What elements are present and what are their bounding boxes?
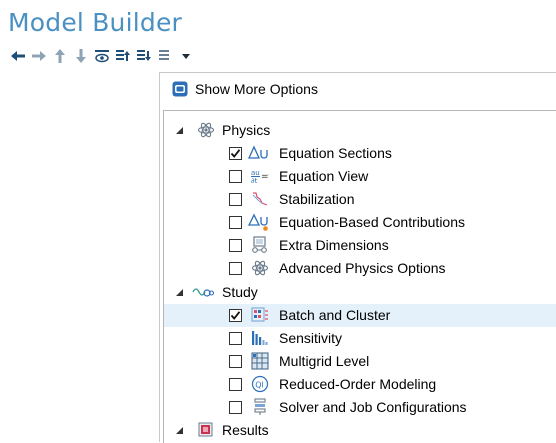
tree-node-reduced-order-modeling[interactable]: Ql Reduced-Order Modeling bbox=[164, 373, 556, 396]
tree-label: Batch and Cluster bbox=[279, 307, 391, 323]
forward-button[interactable] bbox=[29, 46, 49, 66]
options-tree: Physics Equation Sections au ∂t =f Equa bbox=[163, 110, 556, 443]
show-more-options-button[interactable] bbox=[92, 46, 112, 66]
study-icon bbox=[192, 283, 214, 301]
tree-label: Study bbox=[222, 284, 258, 300]
physics-atom-icon bbox=[197, 121, 215, 139]
checkbox-multigrid-level[interactable] bbox=[229, 355, 242, 368]
tree-label: Equation Sections bbox=[279, 145, 392, 161]
tree-label: Equation View bbox=[279, 168, 369, 184]
checkbox-equation-based-contributions[interactable] bbox=[229, 216, 242, 229]
toolbar-dropdown-button[interactable] bbox=[176, 46, 196, 66]
tree-label: Extra Dimensions bbox=[279, 237, 389, 253]
tree-label: Stabilization bbox=[279, 191, 355, 207]
extra-dimensions-icon bbox=[251, 236, 269, 254]
arrow-up-icon bbox=[55, 49, 65, 63]
tree-label: Sensitivity bbox=[279, 330, 343, 346]
tree-label: Physics bbox=[222, 122, 271, 138]
move-down-button[interactable] bbox=[71, 46, 91, 66]
tree-node-study[interactable]: Study bbox=[164, 281, 556, 304]
move-up-button[interactable] bbox=[50, 46, 70, 66]
checkbox-batch-and-cluster[interactable] bbox=[229, 309, 242, 322]
tree-node-advanced-physics-options[interactable]: Advanced Physics Options bbox=[164, 257, 556, 280]
arrow-down-icon bbox=[76, 49, 86, 63]
checkbox-equation-view[interactable] bbox=[229, 170, 242, 183]
tree-node-batch-and-cluster[interactable]: Batch and Cluster bbox=[164, 304, 556, 327]
dialog-title: Show More Options bbox=[195, 80, 318, 97]
checkmark-icon bbox=[230, 149, 241, 158]
expand-triangle-icon[interactable] bbox=[174, 125, 184, 135]
tree-node-solver-and-job-configurations[interactable]: Solver and Job Configurations bbox=[164, 396, 556, 419]
tree-node-stabilization[interactable]: Stabilization bbox=[164, 188, 556, 211]
equation-view-icon: au ∂t =f bbox=[251, 167, 269, 185]
tree-node-sensitivity[interactable]: Sensitivity bbox=[164, 327, 556, 350]
tree-label: Solver and Job Configurations bbox=[279, 399, 467, 415]
arrow-right-icon bbox=[32, 51, 46, 61]
checkbox-reduced-order-modeling[interactable] bbox=[229, 378, 242, 391]
tree-node-equation-based-contributions[interactable]: Equation-Based Contributions bbox=[164, 211, 556, 234]
comsol-app-icon bbox=[172, 81, 188, 97]
svg-text:au: au bbox=[251, 169, 260, 177]
show-more-options-dialog: Show More Options Physics Equation Secti… bbox=[159, 72, 556, 443]
reduced-order-icon: Ql bbox=[251, 375, 269, 393]
multigrid-icon bbox=[251, 352, 269, 370]
collapse-sections-button[interactable] bbox=[134, 46, 154, 66]
solver-config-icon bbox=[251, 398, 269, 416]
checkbox-solver-and-job-configurations[interactable] bbox=[229, 401, 242, 414]
stabilization-icon bbox=[251, 190, 269, 208]
delta-u-icon bbox=[248, 144, 270, 162]
model-builder-toolbar bbox=[8, 46, 197, 66]
checkbox-sensitivity[interactable] bbox=[229, 332, 242, 345]
delta-u-plus-icon bbox=[248, 213, 270, 231]
expand-sections-icon bbox=[116, 50, 130, 61]
list-options-button[interactable] bbox=[155, 46, 175, 66]
tree-label: Results bbox=[222, 422, 269, 438]
expand-triangle-icon[interactable] bbox=[174, 425, 184, 435]
back-button[interactable] bbox=[8, 46, 28, 66]
results-icon bbox=[197, 421, 215, 439]
tree-node-equation-view[interactable]: au ∂t =f Equation View bbox=[164, 165, 556, 188]
dropdown-caret-icon bbox=[182, 54, 190, 59]
collapse-sections-icon bbox=[137, 50, 151, 61]
tree-label: Reduced-Order Modeling bbox=[279, 376, 437, 392]
tree-label: Advanced Physics Options bbox=[279, 260, 446, 276]
arrow-left-icon bbox=[11, 51, 25, 61]
svg-text:∂t: ∂t bbox=[251, 177, 258, 185]
tree-node-extra-dimensions[interactable]: Extra Dimensions bbox=[164, 234, 556, 257]
dialog-header: Show More Options bbox=[160, 73, 556, 104]
list-options-icon bbox=[159, 50, 169, 60]
checkbox-advanced-physics-options[interactable] bbox=[229, 262, 242, 275]
expand-sections-button[interactable] bbox=[113, 46, 133, 66]
checkbox-extra-dimensions[interactable] bbox=[229, 239, 242, 252]
tree-label: Equation-Based Contributions bbox=[279, 214, 466, 230]
tree-node-physics[interactable]: Physics bbox=[164, 119, 556, 142]
svg-text:Ql: Ql bbox=[255, 381, 264, 390]
expand-triangle-icon[interactable] bbox=[174, 287, 184, 297]
tree-label: Multigrid Level bbox=[279, 353, 370, 369]
tree-node-multigrid-level[interactable]: Multigrid Level bbox=[164, 350, 556, 373]
tree-node-results[interactable]: Results bbox=[164, 419, 556, 442]
model-builder-title: Model Builder bbox=[8, 8, 183, 37]
show-more-options-icon bbox=[95, 50, 109, 63]
checkbox-stabilization[interactable] bbox=[229, 193, 242, 206]
batch-cluster-icon bbox=[251, 306, 269, 324]
sensitivity-icon bbox=[251, 329, 269, 347]
physics-atom-icon bbox=[251, 259, 269, 277]
checkmark-icon bbox=[230, 311, 241, 320]
tree-node-equation-sections[interactable]: Equation Sections bbox=[164, 142, 556, 165]
checkbox-equation-sections[interactable] bbox=[229, 147, 242, 160]
svg-text:=f: =f bbox=[261, 172, 269, 182]
